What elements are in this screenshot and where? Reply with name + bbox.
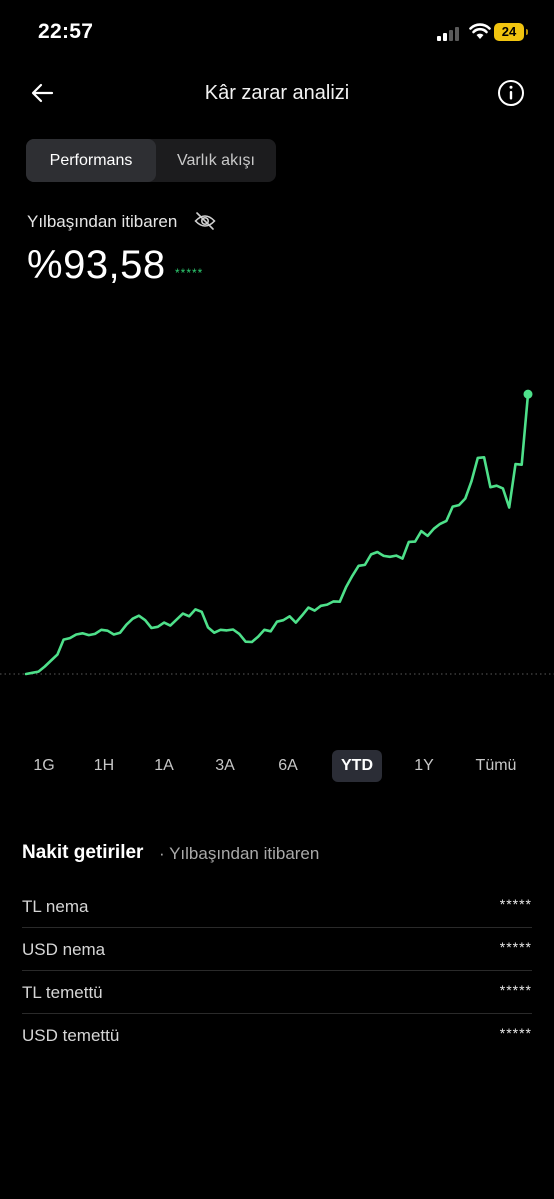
period-tab-3a[interactable]: 3A	[205, 750, 245, 782]
row-label: TL nema	[22, 897, 89, 916]
performance-value: %93,58	[27, 243, 166, 287]
row-value: *****	[499, 939, 532, 955]
battery-icon: 24	[494, 23, 528, 41]
period-tab-6a[interactable]: 6A	[268, 750, 308, 782]
period-tab-1h[interactable]: 1H	[84, 750, 124, 782]
period-tabs: 1G 1H 1A 3A 6A YTD 1Y Tümü	[0, 750, 554, 784]
chart-series-line	[24, 392, 530, 676]
cash-return-row: TL temettü *****	[22, 971, 532, 1014]
cash-returns-subtitle: · Yılbaşından itibaren	[159, 844, 320, 863]
period-tab-1g[interactable]: 1G	[24, 750, 64, 782]
row-value: *****	[499, 896, 532, 912]
page-title: Kâr zarar analizi	[204, 82, 350, 104]
period-tab-tumu[interactable]: Tümü	[470, 750, 522, 782]
row-label: TL temettü	[22, 983, 103, 1002]
cellular-signal-icon	[437, 25, 463, 41]
cash-return-row: USD temettü *****	[22, 1014, 532, 1056]
period-tab-ytd[interactable]: YTD	[332, 750, 382, 782]
period-tab-1y[interactable]: 1Y	[404, 750, 444, 782]
row-label: USD nema	[22, 940, 106, 959]
cash-return-row: USD nema *****	[22, 928, 532, 971]
period-label: Yılbaşından itibaren	[27, 212, 178, 231]
status-time: 22:57	[38, 20, 94, 43]
segmented-control: Performans Varlık akışı	[26, 139, 276, 182]
status-bar: 22:57 24	[0, 0, 554, 64]
performance-chart[interactable]	[0, 370, 554, 690]
tab-varlik-akisi[interactable]: Varlık akışı	[156, 139, 276, 182]
info-circle-icon[interactable]	[497, 79, 525, 107]
tab-performans[interactable]: Performans	[26, 139, 156, 182]
row-value: *****	[499, 1025, 532, 1041]
eye-slash-icon[interactable]	[194, 211, 216, 231]
period-tab-1a[interactable]: 1A	[144, 750, 184, 782]
chart-endpoint	[523, 389, 533, 399]
wifi-icon	[469, 23, 491, 39]
cash-returns-title: Nakit getiriler	[22, 842, 144, 863]
cash-return-row: TL nema *****	[22, 885, 532, 928]
row-value: *****	[499, 982, 532, 998]
hidden-amount: *****	[175, 266, 204, 280]
row-label: USD temettü	[22, 1026, 120, 1045]
